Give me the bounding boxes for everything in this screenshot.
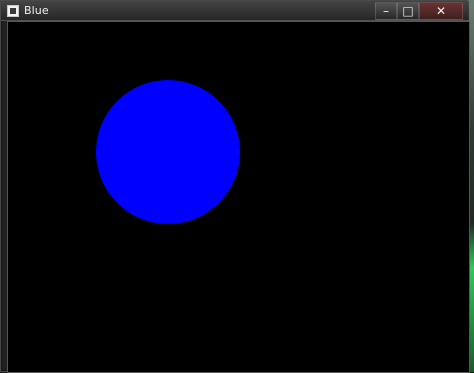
close-icon: ✕ bbox=[435, 4, 447, 18]
canvas-background bbox=[8, 22, 469, 373]
minimize-button[interactable]: – bbox=[375, 2, 397, 20]
blue-circle bbox=[96, 80, 240, 224]
drawing-canvas[interactable] bbox=[8, 22, 469, 373]
window-titlebar[interactable]: Blue – □ ✕ bbox=[1, 1, 469, 21]
canvas-svg bbox=[8, 22, 469, 373]
app-window: Blue – □ ✕ bbox=[0, 0, 470, 373]
minimize-icon: – bbox=[383, 4, 389, 18]
window-title: Blue bbox=[24, 4, 49, 17]
maximize-icon: □ bbox=[402, 4, 414, 18]
close-button[interactable]: ✕ bbox=[419, 2, 463, 20]
maximize-button[interactable]: □ bbox=[397, 2, 419, 20]
app-icon[interactable] bbox=[7, 5, 19, 17]
window-controls: – □ ✕ bbox=[375, 2, 463, 20]
